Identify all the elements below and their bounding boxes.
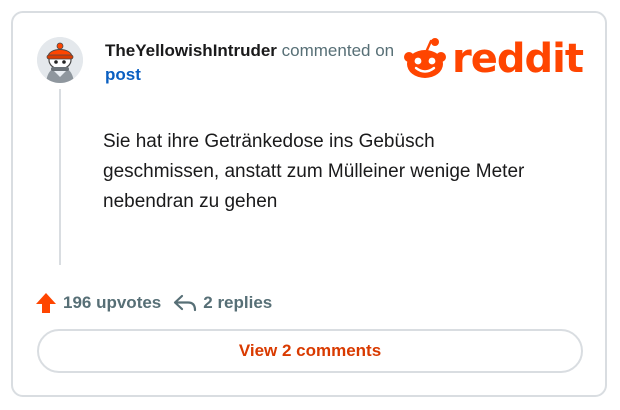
post-link[interactable]: post [105,65,141,84]
reddit-logo[interactable]: reddit [402,36,584,82]
comment-body: Sie hat ihre Getränkedose ins Gebüsch ge… [103,131,525,212]
comment-card: TheYellowishIntruder commented on post r… [11,11,607,397]
view-comments-button[interactable]: View 2 comments [37,329,583,373]
reply-stat[interactable]: 2 replies [173,293,272,313]
reply-count: 2 replies [203,293,273,312]
upvote-stat[interactable]: 196 upvotes [35,292,161,314]
username[interactable]: TheYellowishIntruder [105,41,277,60]
comment-header: TheYellowishIntruder commented on post [105,39,415,87]
upvote-arrow-icon [36,293,56,313]
upvote-count: 196 upvotes [63,293,162,312]
user-avatar-icon [37,37,83,83]
reddit-snoo-icon [404,38,447,78]
reddit-wordmark: reddit [452,36,584,82]
thread-line [59,89,61,265]
avatar[interactable] [37,37,83,83]
reply-arrow-icon [174,294,197,312]
comment-stats: 196 upvotes 2 replies [35,292,272,314]
action-text: commented on [281,41,395,60]
